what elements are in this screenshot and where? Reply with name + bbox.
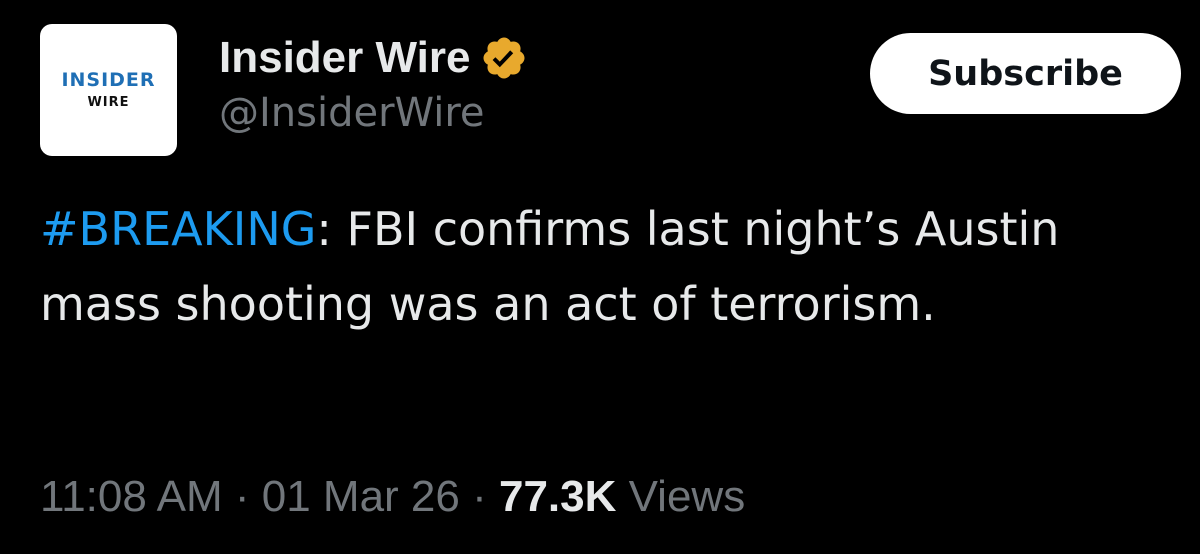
meta-separator: ·: [459, 472, 499, 521]
tweet-metadata: 11:08 AM · 01 Mar 26 · 77.3K Views: [40, 472, 745, 522]
avatar[interactable]: INSIDER WIRE: [40, 24, 177, 156]
subscribe-button[interactable]: Subscribe: [870, 33, 1181, 114]
meta-separator: ·: [222, 472, 262, 521]
views-label: Views: [616, 472, 746, 521]
account-handle[interactable]: @InsiderWire: [219, 90, 485, 136]
tweet-date[interactable]: 01 Mar 26: [262, 472, 460, 521]
display-name-row: Insider Wire: [219, 30, 528, 86]
avatar-logo-line1: INSIDER: [61, 69, 156, 91]
verified-badge-icon[interactable]: [480, 34, 528, 82]
tweet-text: #BREAKING: FBI confirms last night’s Aus…: [40, 192, 1150, 342]
tweet-time[interactable]: 11:08 AM: [40, 472, 223, 521]
display-name[interactable]: Insider Wire: [219, 33, 470, 83]
views-count[interactable]: 77.3K: [499, 472, 616, 521]
hashtag-link[interactable]: #BREAKING: [40, 202, 316, 256]
avatar-logo-line2: WIRE: [87, 95, 130, 110]
